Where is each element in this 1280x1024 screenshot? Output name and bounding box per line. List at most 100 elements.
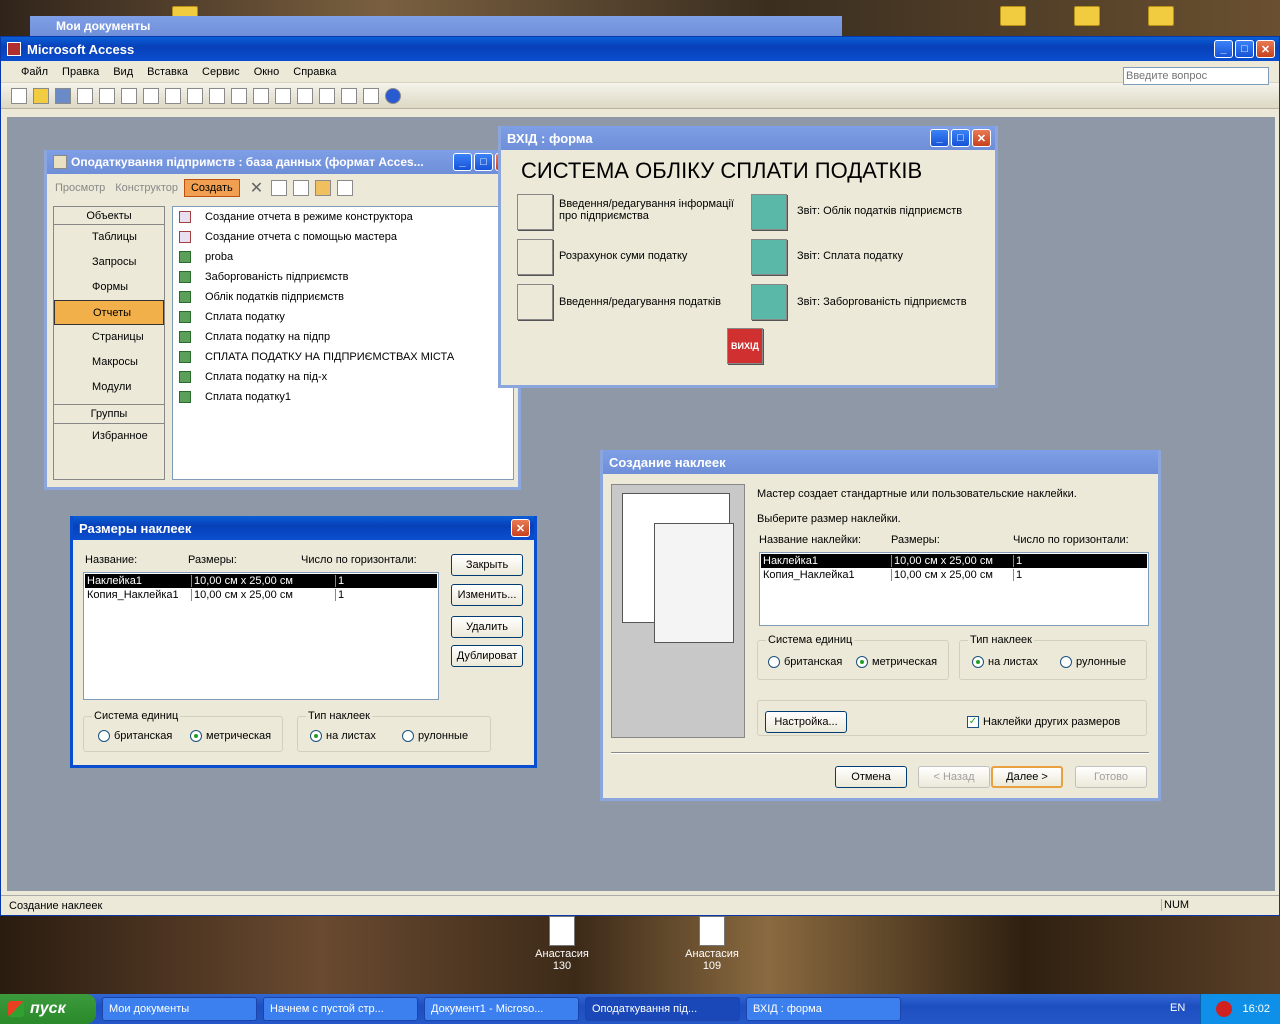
british-radio[interactable]: британская [98,730,172,743]
report-book-icon[interactable] [751,239,787,275]
relationships-icon[interactable] [341,87,357,104]
small-icons-icon[interactable] [293,180,310,196]
save-icon[interactable] [55,87,71,104]
list-item[interactable]: Сплата податку1 [179,391,507,411]
large-icons-icon[interactable] [271,180,288,196]
british-radio[interactable]: британская [768,656,842,669]
copy-icon[interactable] [187,87,203,104]
objects-forms[interactable]: Формы [54,275,164,300]
help-icon[interactable] [385,87,401,104]
list-item[interactable]: СПЛАТА ПОДАТКУ НА ПІДПРИЄМСТВАХ МІСТА [179,351,507,371]
desktop-folder-icon[interactable] [1148,6,1174,26]
list-item[interactable]: Облік податків підприємств [179,291,507,311]
start-button[interactable]: пуск [0,994,96,1024]
taskbar-item[interactable]: Мои документы [102,997,257,1021]
next-button[interactable]: Далее > [991,766,1063,788]
menu-file[interactable]: Файл [21,66,48,78]
list-item[interactable]: Сплата податку на підпр [179,331,507,351]
roll-radio[interactable]: рулонные [1060,656,1126,669]
delete-icon[interactable]: ✕ [250,178,263,198]
settings-button[interactable]: Настройка... [765,711,847,733]
report-book-icon[interactable] [751,284,787,320]
table-row[interactable]: Наклейка1 10,00 см x 25,00 см 1 [85,574,437,588]
hand-icon[interactable] [517,284,553,320]
desktop-file-icon[interactable]: Анастасия 130 [532,916,592,972]
objects-tables[interactable]: Таблицы [54,225,164,250]
menu-edit[interactable]: Правка [62,66,99,78]
list-item[interactable]: Сплата податку на під-х [179,371,507,391]
objects-modules[interactable]: Модули [54,375,164,400]
close-button[interactable]: ✕ [972,129,991,147]
office-links-icon[interactable] [253,87,269,104]
list-item[interactable]: Сплата податку [179,311,507,331]
undo-icon[interactable] [231,87,247,104]
groups-favorites[interactable]: Избранное [54,424,164,448]
close-dialog-button[interactable]: Закрыть [451,554,523,576]
roll-radio[interactable]: рулонные [402,730,468,743]
menu-tools[interactable]: Сервис [202,66,240,78]
menu-view[interactable]: Вид [113,66,133,78]
edit-button[interactable]: Изменить... [451,584,523,606]
other-sizes-checkbox[interactable]: ✓ Наклейки других размеров [967,716,1120,728]
minimize-button[interactable]: _ [453,153,472,171]
table-row[interactable]: Копия_Наклейка1 10,00 см x 25,00 см 1 [85,588,437,602]
taskbar-item[interactable]: ВХІД : форма [746,997,901,1021]
antivirus-icon[interactable] [1216,1001,1233,1017]
maximize-button[interactable]: □ [474,153,493,171]
menu-help[interactable]: Справка [293,66,336,78]
new-icon[interactable] [11,87,27,104]
details-icon[interactable] [337,180,354,196]
objects-macros[interactable]: Макросы [54,350,164,375]
design-button[interactable]: Конструктор [115,182,178,194]
sheets-radio[interactable]: на листах [310,730,376,743]
background-window-titlebar[interactable]: Мои документы [30,16,842,38]
form-titlebar[interactable]: ВХІД : форма _ □ ✕ [501,126,995,150]
metric-radio[interactable]: метрическая [856,656,937,669]
cancel-button[interactable]: Отмена [835,766,907,788]
create-button[interactable]: Создать [183,179,240,197]
search-icon[interactable] [77,87,93,104]
code-icon[interactable] [297,87,313,104]
desktop-folder-icon[interactable] [1074,6,1100,26]
minimize-button[interactable]: _ [930,129,949,147]
objects-pages[interactable]: Страницы [54,325,164,350]
list-icon[interactable] [315,180,332,196]
metric-radio[interactable]: метрическая [190,730,271,743]
list-item[interactable]: proba [179,251,507,271]
desktop-file-icon[interactable]: Анастасия 109 [682,916,742,972]
analyze-icon[interactable] [275,87,291,104]
menu-window[interactable]: Окно [254,66,280,78]
menu-insert[interactable]: Вставка [147,66,188,78]
calendar-icon[interactable] [517,239,553,275]
duplicate-button[interactable]: Дублироват [451,645,523,667]
help-search-input[interactable] [1123,67,1269,85]
properties-icon[interactable] [319,87,335,104]
delete-button[interactable]: Удалить [451,616,523,638]
language-indicator[interactable]: EN [1170,1002,1185,1014]
desktop-folder-icon[interactable] [1000,6,1026,26]
taskbar-item[interactable]: Оподаткування під... [585,997,740,1021]
database-titlebar[interactable]: Оподаткування підпримств : база данных (… [47,150,518,174]
sheets-radio[interactable]: на листах [972,656,1038,669]
objects-queries[interactable]: Запросы [54,250,164,275]
minimize-button[interactable]: _ [1214,40,1233,58]
maximize-button[interactable]: □ [951,129,970,147]
open-icon[interactable] [33,87,49,104]
new-object-icon[interactable] [363,87,379,104]
preview-button[interactable]: Просмотр [55,182,105,194]
objects-header[interactable]: Объекты [54,207,164,225]
taskbar-item[interactable]: Начнем с пустой стр... [263,997,418,1021]
table-row[interactable]: Наклейка1 10,00 см x 25,00 см 1 [761,554,1147,568]
table-row[interactable]: Копия_Наклейка1 10,00 см x 25,00 см 1 [761,568,1147,582]
exit-button[interactable]: ВИХІД [727,328,763,364]
print-icon[interactable] [99,87,115,104]
list-item[interactable]: Создание отчета в режиме конструктора [179,211,507,231]
paste-icon[interactable] [209,87,225,104]
sizes-titlebar[interactable]: Размеры наклеек ✕ [73,516,534,540]
taskbar-item[interactable]: Документ1 - Microso... [424,997,579,1021]
cut-icon[interactable] [165,87,181,104]
spelling-icon[interactable] [143,87,159,104]
close-button[interactable]: ✕ [1256,40,1275,58]
wizard-titlebar[interactable]: Создание наклеек [603,450,1158,474]
report-book-icon[interactable] [751,194,787,230]
